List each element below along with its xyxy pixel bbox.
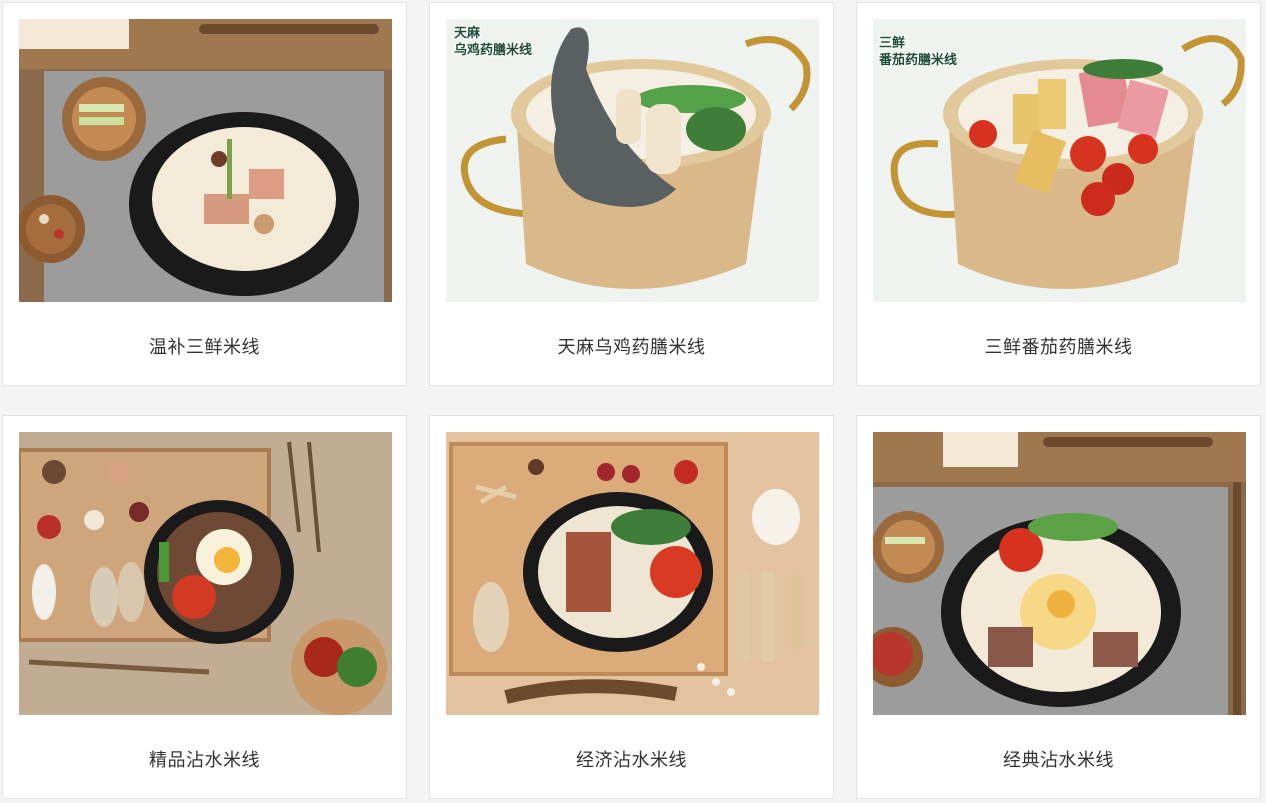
- product-photo[interactable]: [19, 19, 392, 302]
- product-card[interactable]: 精品沾水米线: [2, 415, 407, 799]
- product-photo[interactable]: 天麻 乌鸡药膳米线: [446, 19, 819, 302]
- product-name[interactable]: 经典沾水米线: [857, 746, 1260, 772]
- product-name[interactable]: 经济沾水米线: [430, 746, 833, 772]
- product-photo[interactable]: [19, 432, 392, 715]
- product-card[interactable]: 经典沾水米线: [856, 415, 1261, 799]
- overlay-line-2: 乌鸡药膳米线: [454, 42, 532, 58]
- overlay-line-1: 三鲜: [879, 35, 905, 51]
- product-card[interactable]: 温补三鲜米线: [2, 2, 407, 386]
- product-photo[interactable]: [873, 432, 1246, 715]
- product-name[interactable]: 三鲜番茄药膳米线: [857, 333, 1260, 359]
- overlay-line-2: 番茄药膳米线: [878, 52, 957, 68]
- product-card[interactable]: 经济沾水米线: [429, 415, 834, 799]
- product-name[interactable]: 天麻乌鸡药膳米线: [430, 333, 833, 359]
- overlay-line-1: 天麻: [454, 25, 481, 41]
- product-photo[interactable]: 三鲜 番茄药膳米线: [873, 19, 1246, 302]
- product-grid: 温补三鲜米线 天麻 乌鸡药膳米线 天麻乌鸡药膳米线 三鲜 番茄药膳米线 三鲜番茄…: [0, 0, 1266, 803]
- product-card[interactable]: 天麻 乌鸡药膳米线 天麻乌鸡药膳米线: [429, 2, 834, 386]
- product-card[interactable]: 三鲜 番茄药膳米线 三鲜番茄药膳米线: [856, 2, 1261, 386]
- product-name[interactable]: 精品沾水米线: [3, 746, 406, 772]
- product-photo[interactable]: [446, 432, 819, 715]
- product-name[interactable]: 温补三鲜米线: [3, 333, 406, 359]
